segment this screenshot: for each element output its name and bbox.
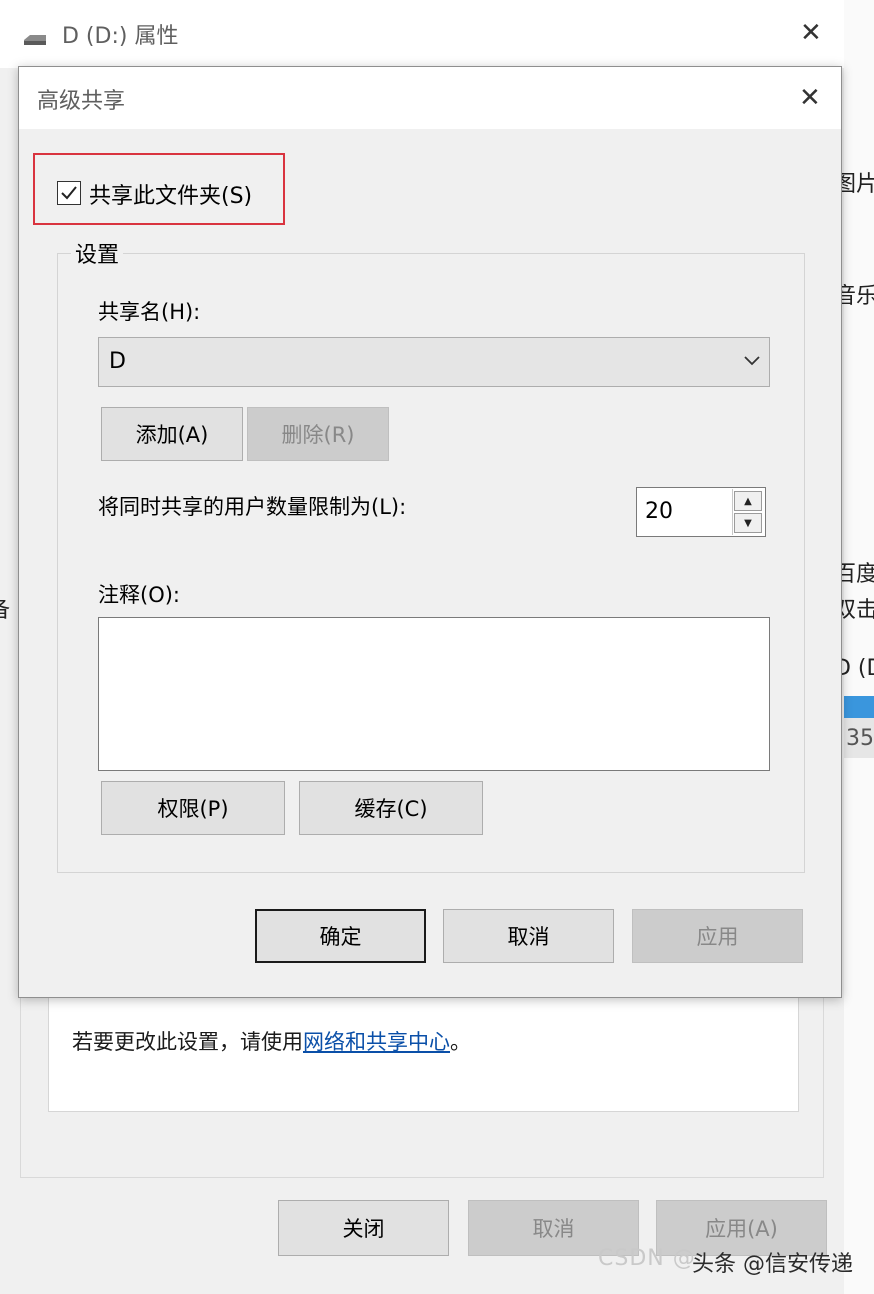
checkmark-icon [61,186,77,200]
watermark-toutiao: 头条 @信安传递 [692,1252,853,1277]
permissions-button[interactable]: 权限(P) [101,781,285,835]
user-limit-label: 将同时共享的用户数量限制为(L): [98,495,407,519]
share-name-combobox[interactable]: D [98,337,770,387]
spin-down-icon[interactable]: ▼ [734,513,762,533]
dialog-titlebar [19,67,841,129]
info-suffix: 。 [450,1030,471,1054]
share-folder-checkbox[interactable] [57,181,81,205]
edge-text-left: 备 [0,592,10,624]
remove-button[interactable]: 删除(R) [247,407,389,461]
user-limit-spinner[interactable]: 20 ▲ ▼ [636,487,766,537]
dialog-apply-button[interactable]: 应用 [632,909,803,963]
edge-text-number: 35 [846,726,874,751]
share-name-value: D [109,349,126,374]
comment-label: 注释(O): [98,583,180,607]
network-center-link[interactable]: 网络和共享中心 [303,1030,450,1054]
add-button[interactable]: 添加(A) [101,407,243,461]
dialog-title: 高级共享 [37,89,126,114]
settings-group-title: 设置 [71,237,124,269]
share-name-label: 共享名(H): [98,300,201,324]
share-folder-label[interactable]: 共享此文件夹(S) [89,178,252,210]
spin-up-icon[interactable]: ▲ [734,491,762,511]
watermark-csdn: CSDN @ [598,1246,696,1271]
ok-button[interactable]: 确定 [255,909,426,963]
network-info-text: 若要更改此设置，请使用网络和共享中心。 [72,1026,471,1056]
properties-title: D (D:) 属性 [62,24,179,49]
drive-icon [24,35,46,45]
spinner-buttons: ▲ ▼ [732,489,764,535]
caching-button[interactable]: 缓存(C) [299,781,483,835]
properties-close-icon[interactable]: ✕ [800,20,822,46]
info-text: 若要更改此设置，请使用 [72,1030,303,1054]
dialog-close-icon[interactable]: ✕ [799,85,821,111]
comment-textarea[interactable] [98,617,770,771]
dialog-cancel-button[interactable]: 取消 [443,909,614,963]
chevron-down-icon [744,356,760,366]
close-button[interactable]: 关闭 [278,1200,449,1256]
advanced-sharing-dialog: 高级共享 ✕ 共享此文件夹(S) 设置 共享名(H): D 添加(A) 删除(R… [18,66,842,998]
edge-usage-bar [844,696,874,718]
user-limit-value: 20 [645,499,673,524]
